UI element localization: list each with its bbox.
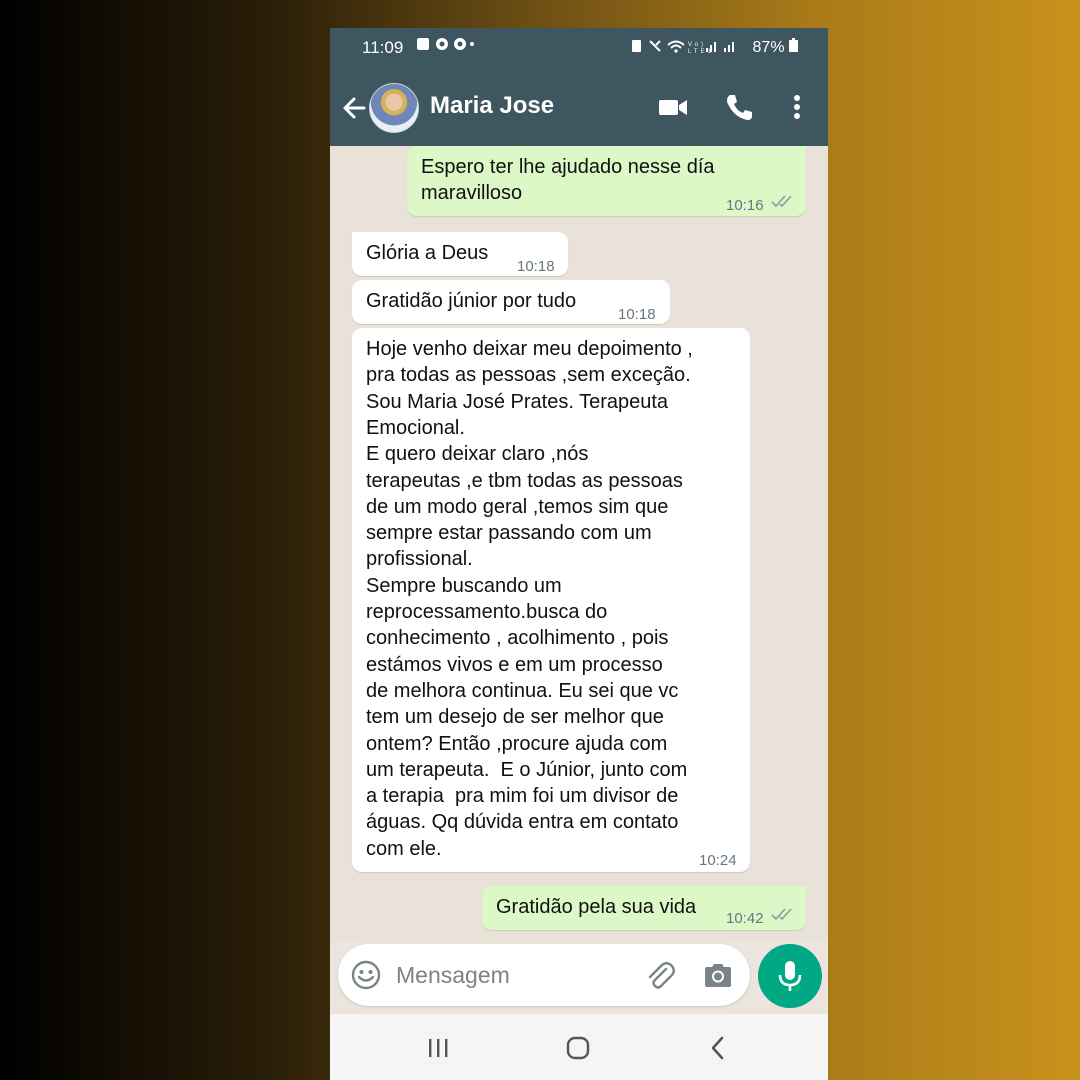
read-ticks-icon xyxy=(771,908,792,921)
message-line: ontem? Então ,procure ajuda com xyxy=(366,732,668,755)
status-bar: 11:09 Vo) LTE1 87% xyxy=(330,28,828,70)
avatar[interactable] xyxy=(369,83,419,133)
battery-percent: 87% xyxy=(752,39,785,56)
wifi-signal-icon: Vo) LTE1 xyxy=(632,40,734,55)
message-incoming[interactable]: Gratidão júnior por tudo 10:18 xyxy=(352,280,670,324)
message-line: Sempre buscando um xyxy=(366,574,562,597)
message-line: Sou Maria José Prates. Terapeuta xyxy=(366,390,669,413)
message-line: pra todas as pessoas ,sem exceção. xyxy=(366,364,691,387)
message-time: 10:16 xyxy=(726,197,764,214)
message-outgoing[interactable]: Gratidão pela sua vida 10:42 xyxy=(482,886,806,930)
message-time: 10:42 xyxy=(726,910,764,927)
paperclip-icon[interactable] xyxy=(644,959,676,991)
arrow-left-icon[interactable] xyxy=(340,90,368,126)
message-time: 10:18 xyxy=(517,258,555,275)
svg-text:Vo): Vo) xyxy=(688,42,706,48)
message-line: águas. Qq dúvida entra em contato xyxy=(366,811,679,834)
phone-screen: 11:09 Vo) LTE1 87% Maria Jose Espero ter… xyxy=(330,28,828,1080)
chat-area[interactable]: Espero ter lhe ajudado nesse día maravil… xyxy=(330,146,828,942)
message-time: 10:24 xyxy=(699,852,737,869)
message-line: estámos vivos e em um processo xyxy=(366,653,663,676)
message-line: Emocional. xyxy=(366,416,465,439)
message-line: Glória a Deus xyxy=(366,242,489,264)
phone-icon[interactable] xyxy=(722,90,756,124)
app-notification-icon xyxy=(417,38,474,50)
message-line: um terapeuta. E o Júnior, junto com xyxy=(366,758,688,781)
message-line: profissional. xyxy=(366,548,473,571)
microphone-icon xyxy=(778,961,802,991)
message-incoming[interactable]: Glória a Deus 10:18 xyxy=(352,232,568,276)
home-icon[interactable] xyxy=(564,1034,592,1062)
emoji-icon[interactable] xyxy=(350,959,382,991)
system-nav-bar xyxy=(330,1014,828,1080)
notification-icons xyxy=(416,37,474,54)
back-nav-icon[interactable] xyxy=(704,1034,732,1062)
message-incoming[interactable]: Hoje venho deixar meu depoimento , pra t… xyxy=(352,328,750,872)
message-line: de melhora continua. Eu sei que vc xyxy=(366,679,679,702)
message-line: Hoje venho deixar meu depoimento , xyxy=(366,338,693,360)
battery-indicator: 87% xyxy=(753,38,798,57)
message-line: Gratidão júnior por tudo xyxy=(366,290,577,312)
message-line: sempre estar passando com um xyxy=(366,522,652,545)
message-line: E quero deixar claro ,nós xyxy=(366,443,589,466)
message-line: terapeutas ,e tbm todas as pessoas xyxy=(366,469,683,492)
recent-apps-icon[interactable] xyxy=(424,1034,452,1062)
message-outgoing[interactable]: Espero ter lhe ajudado nesse día maravil… xyxy=(407,146,806,216)
video-camera-icon[interactable] xyxy=(656,90,690,124)
message-time: 10:18 xyxy=(618,306,656,323)
signal-icons: Vo) LTE1 xyxy=(630,38,742,57)
message-line: Espero ter lhe ajudado nesse día xyxy=(421,156,715,178)
read-ticks-icon xyxy=(771,195,792,208)
mic-button[interactable] xyxy=(758,944,822,1008)
more-vertical-icon[interactable] xyxy=(780,90,814,124)
message-line: reprocessamento.busca do xyxy=(366,601,608,623)
message-line: maravilloso xyxy=(421,182,523,204)
contact-name[interactable]: Maria Jose xyxy=(430,92,554,120)
status-time: 11:09 xyxy=(362,38,404,57)
message-input-bar[interactable]: Mensagem xyxy=(338,944,750,1006)
chat-header: Maria Jose xyxy=(330,70,828,146)
message-line: a terapia pra mim foi um divisor de xyxy=(366,785,679,808)
message-line: com ele. xyxy=(366,837,442,860)
message-line: de um modo geral ,temos sim que xyxy=(366,495,669,518)
message-line: Gratidão pela sua vida xyxy=(496,896,697,918)
message-line: tem um desejo de ser melhor que xyxy=(366,706,664,729)
message-input[interactable]: Mensagem xyxy=(396,962,510,989)
camera-icon[interactable] xyxy=(702,960,734,990)
message-line: conhecimento , acolhimento , pois xyxy=(366,627,669,650)
battery-icon xyxy=(789,38,798,52)
